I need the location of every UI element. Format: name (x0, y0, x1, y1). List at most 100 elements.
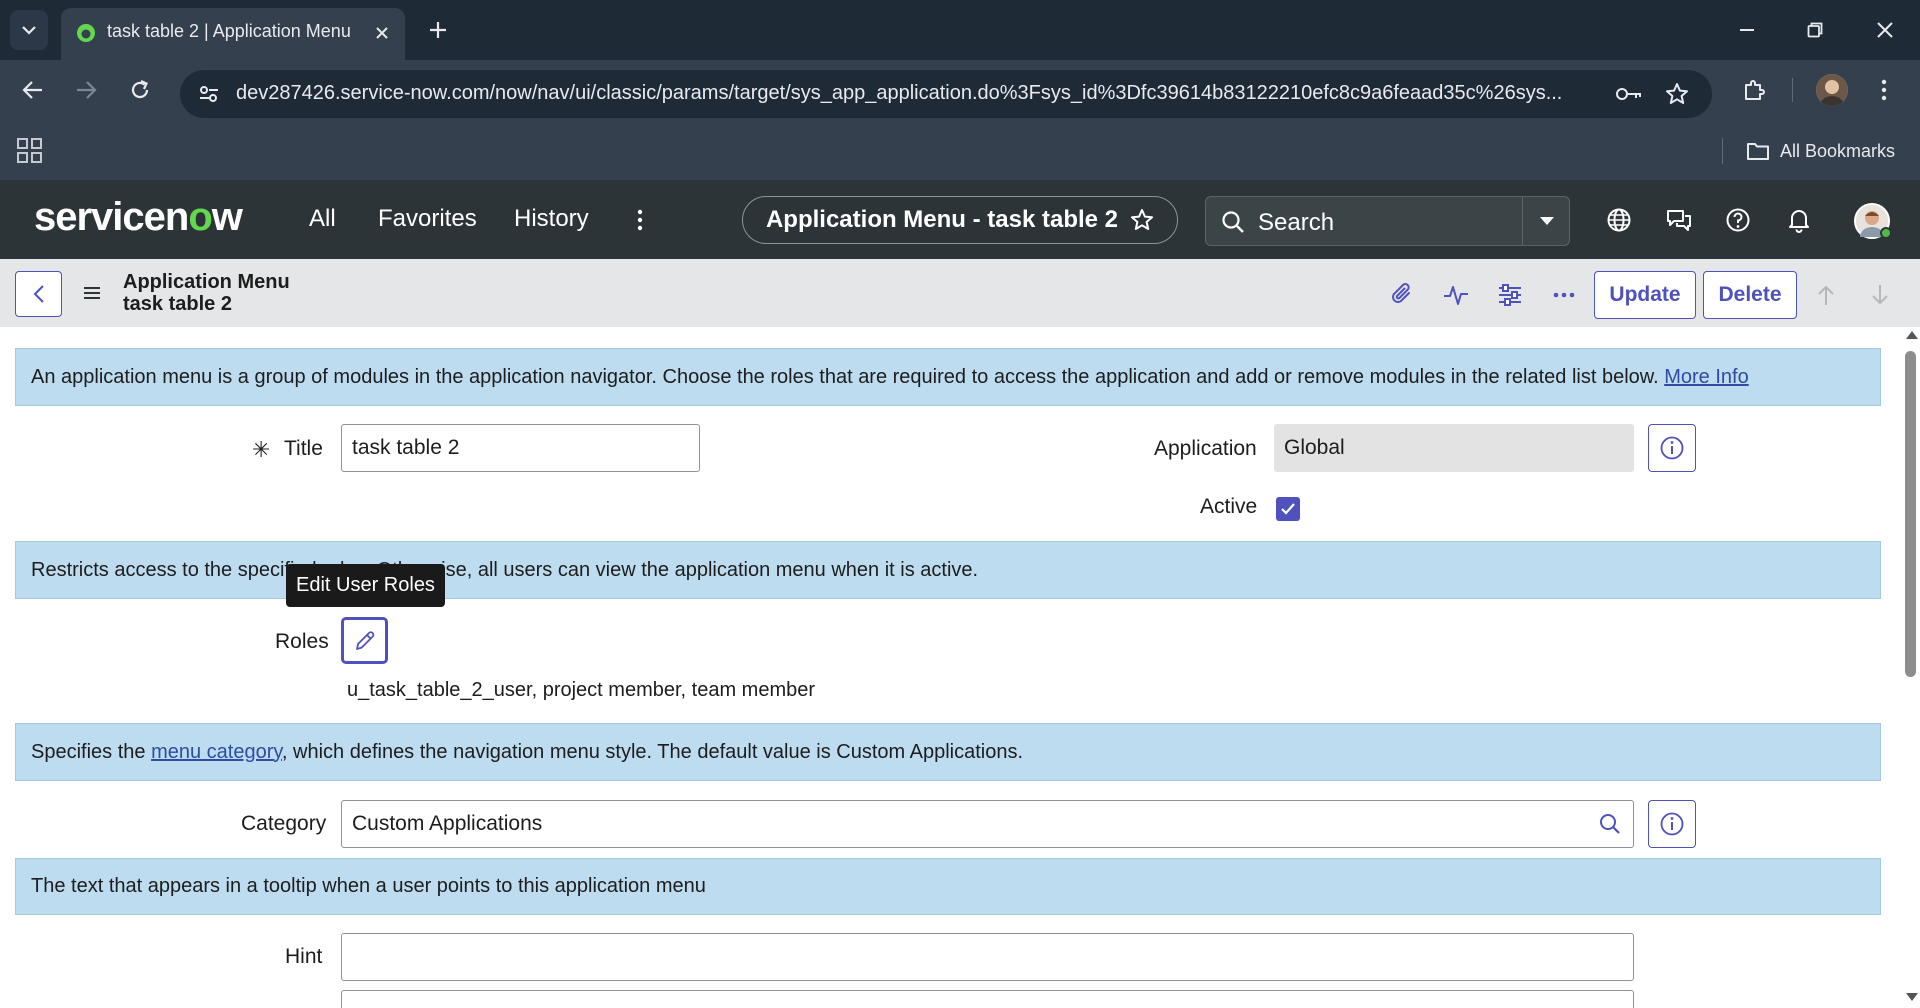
activity-button[interactable] (1440, 279, 1472, 311)
menu-category-link[interactable]: menu category (151, 741, 282, 763)
chat-icon (1667, 210, 1691, 231)
more-info-link[interactable]: More Info (1664, 366, 1748, 388)
key-icon (1616, 88, 1641, 100)
chevron-left-icon (33, 285, 44, 303)
nav-favorites[interactable]: Favorites (378, 205, 477, 233)
category-lookup-button[interactable] (1586, 800, 1634, 848)
site-info-button[interactable] (194, 80, 224, 108)
help-button[interactable] (1723, 205, 1753, 235)
tab-title: task table 2 | Application Menu (107, 21, 351, 41)
search-icon (1222, 211, 1244, 233)
back-nav-button[interactable] (15, 72, 51, 108)
apps-grid-icon[interactable] (16, 137, 44, 165)
category-annotation: Specifies the menu category, which defin… (15, 723, 1881, 781)
roles-annotation-text: Restricts access to the specified roles.… (31, 558, 979, 581)
context-title-pill: Application Menu - task table 2 (742, 196, 1178, 244)
plus-icon (430, 22, 446, 38)
pulse-icon (1444, 286, 1468, 305)
category-label: Category (241, 812, 327, 835)
reload-icon (131, 79, 149, 99)
new-tab-button[interactable] (422, 14, 454, 46)
presence-status-dot (1880, 227, 1892, 239)
arrow-up-icon (1818, 285, 1834, 305)
page-scrollbar[interactable] (1902, 327, 1920, 1008)
url-text: dev287426.service-now.com/now/nav/ui/cla… (236, 82, 1563, 104)
toolbar-divider (1792, 78, 1793, 102)
search-placeholder: Search (1258, 209, 1335, 236)
nav-all[interactable]: All (309, 205, 336, 233)
category-info-button[interactable] (1648, 800, 1696, 848)
close-window-button[interactable] (1862, 10, 1908, 50)
servicenow-header: servicenow All Favorites History Applica… (0, 181, 1920, 259)
close-icon (376, 27, 388, 39)
star-icon (1666, 83, 1688, 104)
extensions-button[interactable] (1736, 72, 1772, 108)
checkmark-icon (1281, 503, 1295, 515)
global-search[interactable]: Search (1205, 196, 1570, 246)
all-bookmarks-button[interactable]: All Bookmarks (1746, 136, 1895, 166)
active-checkbox[interactable] (1276, 497, 1300, 521)
chevron-down-icon (22, 26, 36, 35)
scroll-up-arrow[interactable] (1906, 331, 1918, 339)
edit-roles-button[interactable] (341, 617, 388, 664)
personalize-form-button[interactable] (1494, 279, 1526, 311)
form-body: An application menu is a group of module… (0, 327, 1902, 1008)
nav-history[interactable]: History (514, 205, 589, 233)
form-back-button[interactable] (15, 271, 62, 317)
category-input[interactable] (341, 800, 1587, 848)
hint-input[interactable] (341, 933, 1634, 981)
star-icon[interactable] (1130, 208, 1154, 232)
required-marker: ✳ (252, 437, 271, 462)
tab-close-button[interactable] (369, 20, 395, 46)
all-bookmarks-label: All Bookmarks (1780, 140, 1896, 161)
pencil-icon (355, 630, 374, 650)
application-field: Global (1274, 424, 1634, 472)
hamburger-icon (84, 287, 100, 299)
update-button[interactable]: Update (1594, 271, 1696, 319)
next-record-button[interactable] (1864, 279, 1896, 311)
application-info-button[interactable] (1648, 424, 1696, 472)
edit-roles-tooltip: Edit User Roles (286, 564, 445, 607)
scope-picker-button[interactable] (1604, 205, 1634, 235)
minimize-icon (1740, 29, 1754, 31)
active-label: Active (1200, 495, 1258, 518)
delete-button[interactable]: Delete (1703, 271, 1797, 319)
address-bar[interactable]: dev287426.service-now.com/now/nav/ui/cla… (180, 70, 1712, 118)
forward-nav-button[interactable] (68, 72, 104, 108)
hint-annotation-text: The text that appears in a tooltip when … (31, 875, 706, 897)
more-options-button[interactable] (1548, 279, 1580, 311)
roles-label: Roles (275, 630, 329, 653)
minimize-window-button[interactable] (1724, 10, 1770, 50)
reload-button[interactable] (122, 72, 158, 108)
restore-window-button[interactable] (1792, 10, 1838, 50)
scroll-thumb[interactable] (1905, 351, 1916, 677)
hint-label: Hint (285, 945, 323, 968)
form-header: Application Menu task table 2 Update Del… (0, 259, 1920, 327)
browser-menu-button[interactable] (1866, 72, 1902, 108)
arrow-right-icon (77, 81, 97, 99)
form-context-menu-button[interactable] (80, 281, 104, 305)
browser-profile-avatar[interactable] (1816, 74, 1848, 106)
title-input[interactable] (341, 424, 700, 472)
scroll-down-arrow[interactable] (1906, 993, 1918, 1001)
title-label: Title (284, 437, 323, 460)
bookmarks-bar: All Bookmarks (0, 120, 1920, 181)
password-key-button[interactable] (1614, 80, 1644, 108)
bell-icon (1789, 210, 1809, 233)
servicenow-logo[interactable]: servicenow (34, 195, 243, 240)
vertical-dots-icon (637, 209, 643, 231)
attachment-button[interactable] (1386, 279, 1418, 311)
vertical-dots-icon (1881, 79, 1887, 101)
browser-tab-active[interactable]: task table 2 | Application Menu (61, 8, 405, 60)
bookmark-star-button[interactable] (1662, 80, 1692, 108)
restore-icon (1807, 22, 1823, 38)
nav-more-button[interactable] (628, 203, 652, 237)
info-icon (1660, 436, 1684, 460)
previous-record-button[interactable] (1810, 279, 1842, 311)
tab-search-button[interactable] (10, 10, 48, 50)
chat-button[interactable] (1664, 205, 1694, 235)
notifications-button[interactable] (1784, 205, 1814, 235)
next-field-input[interactable] (341, 990, 1634, 1008)
browser-toolbar: dev287426.service-now.com/now/nav/ui/cla… (0, 60, 1920, 120)
search-scope-dropdown[interactable] (1522, 197, 1570, 245)
